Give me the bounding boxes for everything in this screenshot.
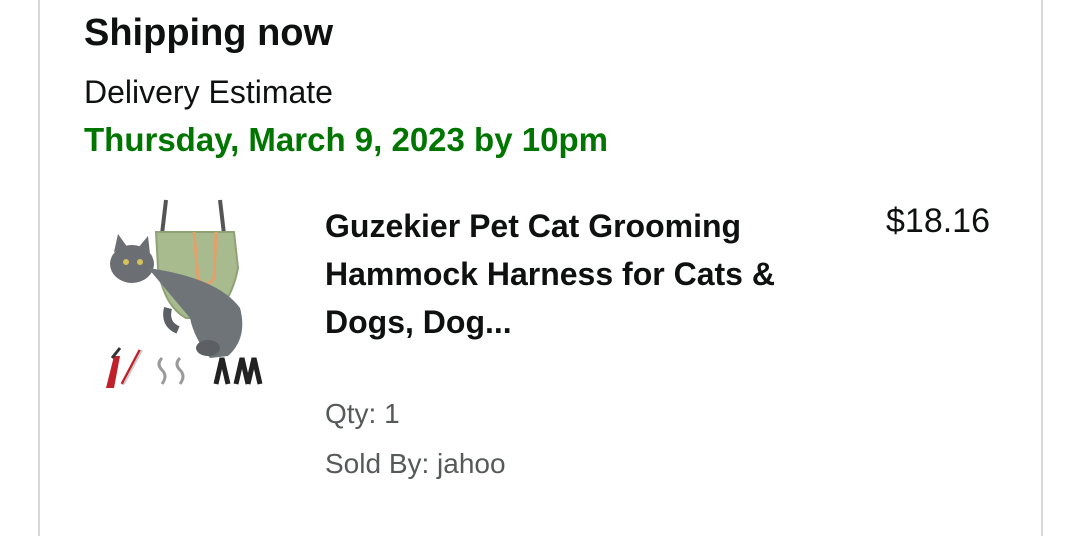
product-image[interactable] (98, 198, 274, 398)
item-seller: Sold By: jahoo (325, 448, 506, 479)
delivery-date: Thursday, March 9, 2023 by 10pm (84, 121, 608, 158)
item-quantity: Qty: 1 (325, 398, 400, 429)
item-price: $18.16 (886, 202, 990, 240)
delivery-estimate-label: Delivery Estimate (84, 74, 333, 110)
product-photo-icon (106, 199, 263, 388)
shipment-heading: Shipping now (84, 12, 334, 54)
product-title-link[interactable]: Guzekier Pet Cat Grooming Hammock Harnes… (325, 202, 785, 346)
